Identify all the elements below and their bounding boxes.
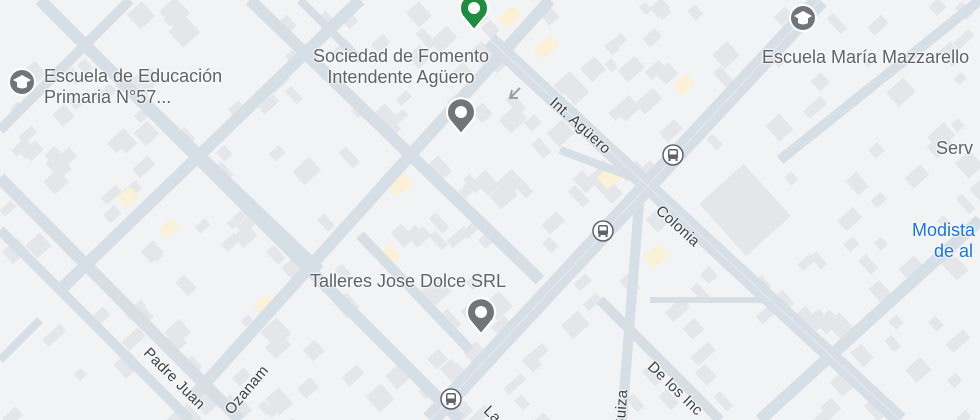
poi-label-sociedad-de-fomento[interactable]: Sociedad de Fomento Intendente Agüero: [290, 46, 512, 88]
street-label-suiza: Suiza: [611, 388, 632, 420]
poi-label-line1: Sociedad de Fomento: [312, 46, 490, 66]
poi-label-escuela-mazzarello[interactable]: Escuela María Mazzarello: [762, 47, 969, 68]
poi-label-line1: Talleres Jose Dolce SRL: [309, 271, 507, 291]
poi-label-line1: Serv: [936, 138, 974, 158]
poi-label-escuela-57[interactable]: Escuela de Educación Primaria N°57...: [44, 66, 222, 108]
school-icon[interactable]: [789, 4, 817, 32]
poi-label-line1: Escuela de Educación: [44, 66, 223, 86]
bus-stop-icon[interactable]: [592, 220, 614, 242]
poi-label-modista[interactable]: Modista de al: [912, 220, 975, 262]
bus-stop-icon[interactable]: [440, 388, 462, 410]
poi-label-line1: Modista: [912, 220, 976, 240]
place-pin-icon[interactable]: [464, 296, 498, 336]
poi-label-line2: de al: [934, 241, 974, 261]
bus-stop-icon[interactable]: [662, 144, 684, 166]
poi-label-serv[interactable]: Serv: [936, 138, 973, 159]
poi-label-talleres[interactable]: Talleres Jose Dolce SRL: [288, 271, 528, 292]
place-pin-icon[interactable]: [444, 96, 478, 136]
poi-label-line1: Escuela María Mazzarello: [762, 47, 970, 67]
map-canvas[interactable]: Escuela de Educación Primaria N°57... Es…: [0, 0, 980, 420]
poi-label-line2: Primaria N°57...: [44, 87, 172, 107]
school-icon[interactable]: [8, 68, 36, 96]
poi-label-line2: Intendente Agüero: [327, 67, 475, 87]
green-pin-icon[interactable]: [457, 0, 491, 32]
